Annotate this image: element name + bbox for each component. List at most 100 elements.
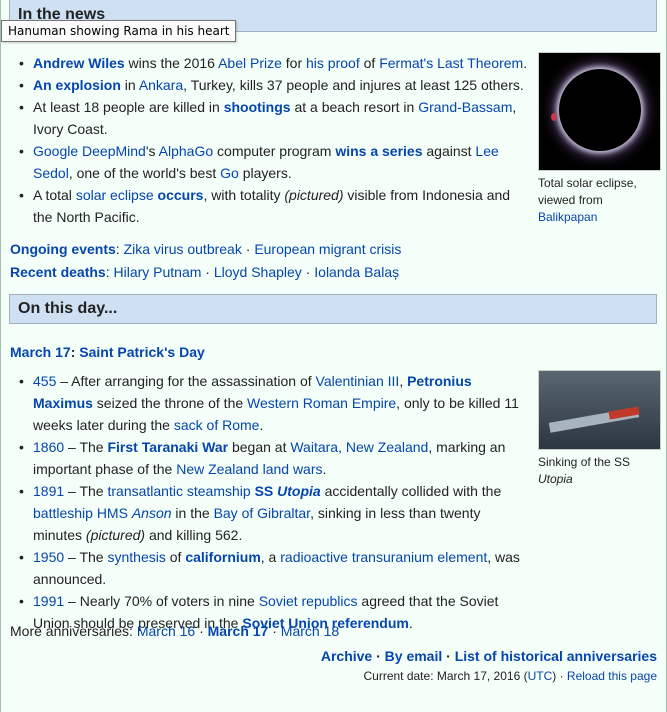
otd-text: . <box>408 615 413 631</box>
otd-link[interactable]: Valentinian III <box>316 373 400 389</box>
more-anniversaries-label: More anniversaries: <box>10 623 137 639</box>
otd-text: , <box>399 373 408 389</box>
ongoing-events-link[interactable]: Ongoing events <box>10 241 116 257</box>
otd-footer-links: Archive · By email · List of historical … <box>320 648 657 664</box>
news-link[interactable]: AlphaGo <box>159 143 213 159</box>
eclipse-caption-text: Total solar eclipse, viewed from <box>538 176 637 207</box>
by-email-link[interactable]: By email <box>385 648 443 664</box>
otd-text: and killing 562. <box>145 527 243 543</box>
otd-link[interactable]: First Taranaki War <box>107 439 228 455</box>
news-item: At least 18 people are killed in shootin… <box>9 96 529 140</box>
otd-link[interactable]: 455 <box>33 373 56 389</box>
current-date-label: Current date: March 17, 2016 ( <box>363 669 528 683</box>
otd-link[interactable]: 1891 <box>33 483 64 499</box>
otd-link[interactable]: Bay of Gibraltar <box>214 505 311 521</box>
news-link[interactable]: Abel Prize <box>218 55 282 71</box>
migrant-crisis-link[interactable]: European migrant crisis <box>254 241 401 257</box>
otd-item: 1860 – The First Taranaki War began at W… <box>9 436 529 480</box>
otd-link[interactable]: New Zealand land wars <box>176 461 322 477</box>
news-text: against <box>422 143 476 159</box>
march-16-link[interactable]: March 16 <box>137 623 195 639</box>
otd-text: , a <box>260 549 281 565</box>
death-link-3[interactable]: Iolanda Balaș <box>314 264 399 280</box>
utopia-caption: Sinking of the SS Utopia <box>538 454 663 488</box>
otd-item: 1950 – The synthesis of californium, a r… <box>9 546 529 590</box>
utopia-caption-italic: Utopia <box>538 472 573 486</box>
reload-page-link[interactable]: Reload this page <box>567 669 657 683</box>
on-this-day-heading-text: On this day... <box>18 300 118 317</box>
news-link[interactable]: Go <box>220 165 239 181</box>
news-link[interactable]: occurs <box>158 187 204 203</box>
otd-text: . <box>322 461 327 477</box>
news-text: , one of the world's best <box>68 165 221 181</box>
news-link[interactable]: Grand-Bassam <box>418 99 512 115</box>
archive-link[interactable]: Archive <box>321 648 372 664</box>
ongoing-events-line: Ongoing events: Zika virus outbreak · Eu… <box>10 241 402 257</box>
news-list: Andrew Wiles wins the 2016 Abel Prize fo… <box>9 52 529 228</box>
historical-anniversaries-link[interactable]: List of historical anniversaries <box>455 648 657 664</box>
otd-link[interactable]: SS <box>255 483 278 499</box>
recent-deaths-link[interactable]: Recent deaths <box>10 264 106 280</box>
otd-text: – The <box>64 483 108 499</box>
news-text: wins the 2016 <box>124 55 219 71</box>
news-text: . <box>523 55 528 71</box>
news-link[interactable]: solar eclipse <box>76 187 154 203</box>
colon: : <box>115 241 124 257</box>
otd-link[interactable]: 1950 <box>33 549 64 565</box>
saint-patricks-day-link[interactable]: Saint Patrick's Day <box>79 344 205 360</box>
recent-deaths-line: Recent deaths: Hilary Putnam · Lloyd Sha… <box>10 264 400 280</box>
balikpapan-link[interactable]: Balikpapan <box>538 210 597 224</box>
news-text: , with totality <box>203 187 285 203</box>
otd-link[interactable]: battleship HMS <box>33 505 132 521</box>
solar-eclipse-image[interactable] <box>538 52 661 171</box>
news-link[interactable]: Fermat's Last Theorem <box>379 55 523 71</box>
otd-link[interactable]: Anson <box>132 505 172 521</box>
ss-utopia-image[interactable] <box>538 370 661 450</box>
news-text: players. <box>238 165 292 181</box>
news-item: Google DeepMind's AlphaGo computer progr… <box>9 140 529 184</box>
march-17-link[interactable]: March 17 <box>10 344 71 360</box>
news-link[interactable]: An explosion <box>33 77 121 93</box>
otd-link[interactable]: Waitara, New Zealand <box>290 439 428 455</box>
otd-text: (pictured) <box>85 527 146 543</box>
march-17-bold-link[interactable]: March 17 <box>208 623 269 639</box>
march-18-link[interactable]: March 18 <box>281 623 339 639</box>
otd-link[interactable]: transatlantic steamship <box>107 483 250 499</box>
otd-link[interactable]: californium <box>185 549 260 565</box>
otd-text: . <box>259 417 264 433</box>
news-text: (pictured) <box>284 187 344 203</box>
news-link[interactable]: shootings <box>224 99 291 115</box>
news-text: of <box>359 55 380 71</box>
death-link-2[interactable]: Lloyd Shapley <box>214 264 302 280</box>
otd-link[interactable]: 1991 <box>33 593 64 609</box>
news-link[interactable]: Ankara <box>139 77 183 93</box>
news-link[interactable]: wins a series <box>335 143 422 159</box>
more-anniversaries-line: More anniversaries: March 16 · March 17 … <box>10 623 340 639</box>
news-link[interactable]: Andrew Wiles <box>33 55 125 71</box>
otd-link[interactable]: Soviet republics <box>259 593 358 609</box>
date-line: March 17: Saint Patrick's Day <box>10 341 205 363</box>
news-text: At least 18 people are killed in <box>33 99 224 115</box>
main-page-panel: In the news Hanuman showing Rama in his … <box>0 0 667 712</box>
otd-link[interactable]: sack of Rome <box>174 417 260 433</box>
otd-text: seized the throne of the <box>92 395 248 411</box>
news-link[interactable]: Google DeepMind <box>33 143 146 159</box>
death-link-1[interactable]: Hilary Putnam <box>113 264 201 280</box>
otd-link[interactable]: transuranium element <box>352 549 487 565</box>
otd-text: – After arranging for the assassination … <box>56 373 316 389</box>
tooltip: Hanuman showing Rama in his heart <box>1 20 237 42</box>
otd-link[interactable]: 1860 <box>33 439 64 455</box>
eclipse-caption: Total solar eclipse, viewed from Balikpa… <box>538 175 663 226</box>
otd-link[interactable]: Utopia <box>277 483 321 499</box>
otd-link[interactable]: Western Roman Empire <box>247 395 396 411</box>
news-item: An explosion in Ankara, Turkey, kills 37… <box>9 74 529 96</box>
news-text: at a beach resort in <box>290 99 419 115</box>
otd-link[interactable]: radioactive <box>280 549 348 565</box>
otd-link[interactable]: synthesis <box>107 549 165 565</box>
otd-text: of <box>165 549 186 565</box>
zika-link[interactable]: Zika virus outbreak <box>124 241 242 257</box>
otd-text: – Nearly 70% of voters in nine <box>64 593 259 609</box>
utc-link[interactable]: UTC <box>528 669 553 683</box>
news-text: computer program <box>213 143 336 159</box>
news-link[interactable]: his proof <box>306 55 360 71</box>
